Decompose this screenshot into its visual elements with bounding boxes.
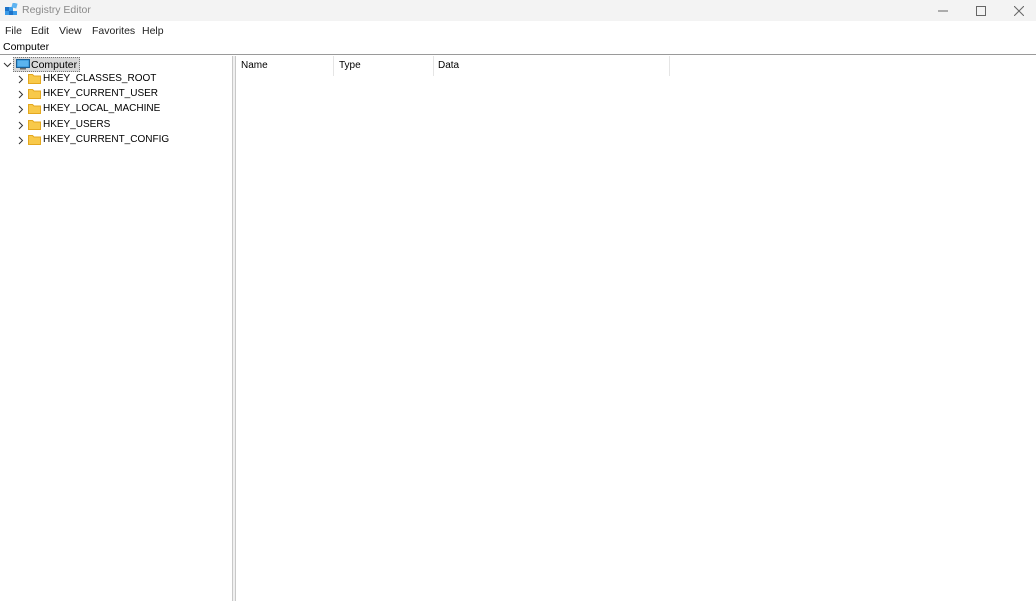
column-header-label: Type: [339, 60, 361, 71]
column-header-name[interactable]: Name: [236, 56, 334, 76]
menu-favorites[interactable]: Favorites: [92, 25, 135, 37]
chevron-right-icon: [18, 121, 23, 130]
column-header-label: Data: [438, 60, 460, 71]
chevron-right-icon: [18, 75, 23, 84]
chevron-right-icon: [18, 105, 23, 114]
tree-node-label: HKEY_CURRENT_USER: [43, 88, 159, 99]
expander-toggle[interactable]: [16, 89, 25, 100]
column-header-type[interactable]: Type: [334, 56, 434, 76]
folder-icon: [28, 135, 41, 145]
key-tree[interactable]: Computer HKEY_CLASSES_ROOT HKEY_CURRENT_…: [0, 56, 232, 601]
menu-edit[interactable]: Edit: [31, 25, 49, 37]
tree-node-label: HKEY_LOCAL_MACHINE: [43, 103, 161, 114]
tree-node-label: HKEY_USERS: [43, 119, 111, 130]
expander-toggle[interactable]: [3, 59, 12, 70]
values-list[interactable]: Name Type Data: [236, 56, 1036, 601]
folder-icon: [28, 120, 41, 130]
close-button[interactable]: [1000, 0, 1036, 21]
tree-node-computer[interactable]: Computer: [0, 57, 232, 72]
tree-node-label: Computer: [31, 59, 78, 71]
tree-node-hkey-users[interactable]: HKEY_USERS: [0, 118, 232, 133]
tree-node-hkey-classes-root[interactable]: HKEY_CLASSES_ROOT: [0, 72, 232, 87]
tree-node-hkey-current-config[interactable]: HKEY_CURRENT_CONFIG: [0, 133, 232, 148]
close-icon: [1014, 5, 1024, 16]
chevron-right-icon: [18, 90, 23, 99]
tree-node-label: HKEY_CLASSES_ROOT: [43, 73, 157, 84]
maximize-icon: [976, 5, 986, 16]
minimize-button[interactable]: [924, 0, 962, 21]
expander-toggle[interactable]: [16, 104, 25, 115]
address-path: Computer: [3, 41, 50, 53]
expander-toggle[interactable]: [16, 135, 25, 146]
address-bar[interactable]: Computer: [0, 39, 1036, 55]
menu-view[interactable]: View: [59, 25, 82, 37]
title-bar: Registry Editor: [0, 0, 1036, 21]
menu-bar: File Edit View Favorites Help: [0, 22, 1036, 38]
folder-icon: [28, 104, 41, 114]
menu-file[interactable]: File: [5, 25, 22, 37]
tree-node-label: HKEY_CURRENT_CONFIG: [43, 134, 170, 145]
tree-node-hkey-current-user[interactable]: HKEY_CURRENT_USER: [0, 87, 232, 102]
column-header-data[interactable]: Data: [433, 56, 670, 76]
chevron-right-icon: [18, 136, 23, 145]
expander-toggle[interactable]: [16, 120, 25, 131]
chevron-down-icon: [3, 62, 12, 67]
menu-help[interactable]: Help: [142, 25, 164, 37]
minimize-icon: [938, 10, 948, 11]
folder-icon: [28, 89, 41, 99]
column-header-label: Name: [241, 60, 268, 71]
folder-icon: [28, 74, 41, 84]
maximize-button[interactable]: [962, 0, 1000, 21]
registry-editor-icon: [5, 3, 18, 15]
expander-toggle[interactable]: [16, 74, 25, 85]
tree-node-hkey-local-machine[interactable]: HKEY_LOCAL_MACHINE: [0, 102, 232, 117]
window-title: Registry Editor: [22, 4, 91, 16]
computer-icon: [16, 59, 30, 70]
